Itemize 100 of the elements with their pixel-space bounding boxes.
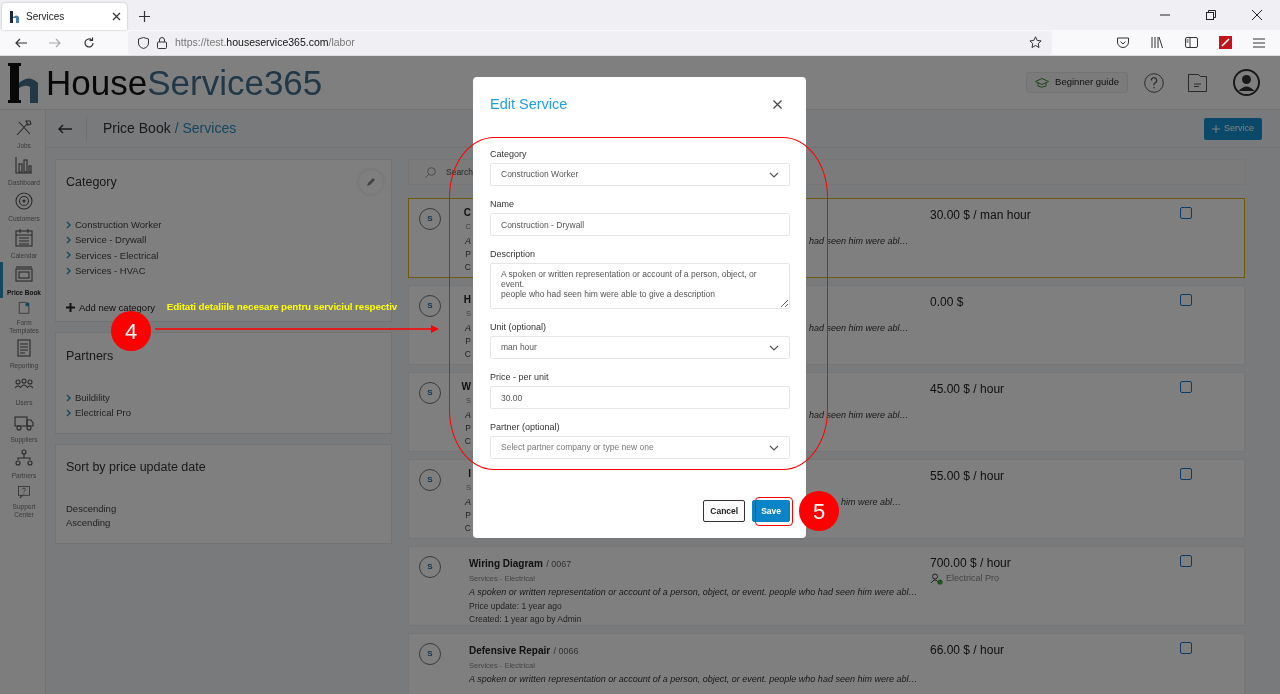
service-name: H	[462, 293, 471, 307]
add-service-button[interactable]: Service	[1204, 117, 1262, 140]
close-icon	[112, 12, 121, 21]
breadcrumb-link[interactable]: Price Book	[103, 118, 171, 139]
created-text: C	[463, 522, 471, 535]
price-update-text: P	[464, 248, 471, 261]
close-icon	[1252, 10, 1262, 20]
files-button[interactable]	[1188, 73, 1207, 92]
checkbox[interactable]	[1180, 642, 1192, 654]
select-field[interactable]: man hour	[490, 336, 790, 359]
pencil-icon	[366, 177, 376, 187]
library-icon	[1151, 37, 1163, 48]
field-label: Name	[490, 199, 514, 209]
help-button[interactable]	[1144, 72, 1164, 93]
service-description: A spoken or written representation or account of a person, object, or event. people who had seen him were abl…	[469, 674, 918, 684]
partner-link[interactable]: Electrical Pro	[66, 405, 131, 421]
calendar-icon	[14, 228, 34, 249]
reload-icon	[83, 36, 95, 49]
panel-title: Partners	[66, 348, 114, 365]
category-link[interactable]: Construction Worker	[66, 217, 162, 233]
partner-icon	[930, 572, 943, 585]
extension-icon	[1218, 36, 1232, 49]
restore-icon	[1206, 10, 1216, 20]
chevron-down-icon	[769, 171, 779, 178]
panel-title: Sort by price update date	[66, 459, 206, 476]
service-description: A	[464, 322, 471, 335]
menu-icon	[1253, 37, 1265, 48]
category-link[interactable]: Services - HVAC	[66, 262, 146, 279]
text-area[interactable]: A spoken or written representation or account of a person, object, or event. people who had seen him were able to give a description	[490, 263, 790, 309]
chevron-down-icon	[769, 444, 779, 451]
service-price: 55.00 $ / hour	[930, 469, 1005, 483]
service-price: 0.00 $	[930, 295, 964, 309]
service-name: W	[460, 380, 471, 394]
search-icon	[425, 166, 436, 178]
plus-icon	[1212, 124, 1220, 133]
service-code: / 0067	[546, 559, 572, 569]
checkbox[interactable]	[1180, 381, 1192, 393]
category-link[interactable]: Services - Electrical	[66, 247, 159, 263]
back-arrow-icon	[58, 123, 72, 134]
browser-tab[interactable]: Services	[2, 3, 127, 30]
input-field[interactable]: Construction - Drywall	[490, 213, 790, 236]
close-button[interactable]	[773, 99, 782, 109]
service-code: / 0066	[553, 646, 579, 656]
bar-chart-icon	[14, 154, 34, 175]
price-sign-icon	[14, 264, 34, 285]
service-name: Wiring Diagram	[469, 558, 543, 569]
plus-icon	[66, 303, 75, 313]
plus-icon	[138, 10, 150, 22]
cancel-button[interactable]: Cancel	[703, 500, 746, 522]
service-card[interactable]	[408, 546, 1245, 626]
checkbox[interactable]	[1180, 555, 1192, 567]
back-arrow-icon	[15, 37, 27, 48]
service-description: A spoken or written representation or account of a person, object, or event. people who had seen him were abl…	[469, 587, 918, 597]
select-field[interactable]: Construction Worker	[490, 163, 790, 186]
service-price: 66.00 $ / hour	[930, 643, 1005, 657]
beginner-guide-button[interactable]: Beginner guide	[1026, 72, 1128, 93]
service-price: 30.00 $ / man hour	[930, 208, 1031, 222]
price-update-text: P	[464, 422, 471, 435]
checkbox[interactable]	[1180, 207, 1192, 219]
select-field[interactable]: Select partner company or type new one	[490, 436, 790, 459]
field-label: Partner (optional)	[490, 422, 560, 432]
breadcrumb-current: / Services	[174, 119, 237, 138]
network-icon	[14, 448, 34, 469]
url-text: https://test.houseservice365.com/labor	[175, 34, 356, 50]
dialog-title: Edit Service	[490, 95, 568, 114]
edit-button[interactable]	[359, 170, 383, 194]
callout-text: Editati detaliile necesare pentru serviciul respectiv	[165, 300, 399, 313]
help-icon	[1144, 72, 1164, 93]
folder-icon	[1188, 73, 1207, 92]
checkbox[interactable]	[1180, 294, 1192, 306]
sort-option[interactable]: Descending	[66, 502, 381, 516]
service-description: A	[464, 235, 471, 248]
partner-link[interactable]: Buildility	[66, 390, 110, 406]
service-description: A	[464, 496, 471, 509]
sort-option[interactable]: Ascending	[66, 516, 381, 530]
price-update-text: Price update: 1 year ago	[469, 601, 562, 611]
price-update-text: P	[464, 335, 471, 348]
logo-text: House	[46, 65, 148, 100]
category-link[interactable]: Service - Drywall	[66, 232, 147, 248]
user-avatar-button[interactable]	[1233, 69, 1260, 96]
user-avatar-icon	[1233, 69, 1260, 96]
forward-arrow-icon	[49, 37, 61, 48]
created-text: C	[463, 261, 471, 274]
created-text: Created: 1 year ago by Admin	[469, 614, 582, 624]
save-button[interactable]: Save	[752, 500, 790, 522]
target-icon	[14, 191, 34, 212]
field-label: Unit (optional)	[490, 322, 547, 332]
input-field[interactable]: 30.00	[490, 386, 790, 409]
back-button[interactable]	[58, 123, 72, 134]
url-field[interactable]: https://test.houseservice365.com/labor	[128, 30, 1052, 55]
close-tab-button[interactable]	[112, 12, 121, 21]
graduation-cap-icon	[1035, 77, 1050, 88]
minimize-icon	[1160, 14, 1170, 16]
price-update-text: P	[464, 509, 471, 522]
created-text: C	[463, 348, 471, 361]
checkbox[interactable]	[1180, 468, 1192, 480]
field-label: Category	[490, 149, 527, 159]
service-description: A	[464, 409, 471, 422]
star-icon	[1029, 36, 1042, 49]
highlight-frame	[755, 497, 793, 526]
